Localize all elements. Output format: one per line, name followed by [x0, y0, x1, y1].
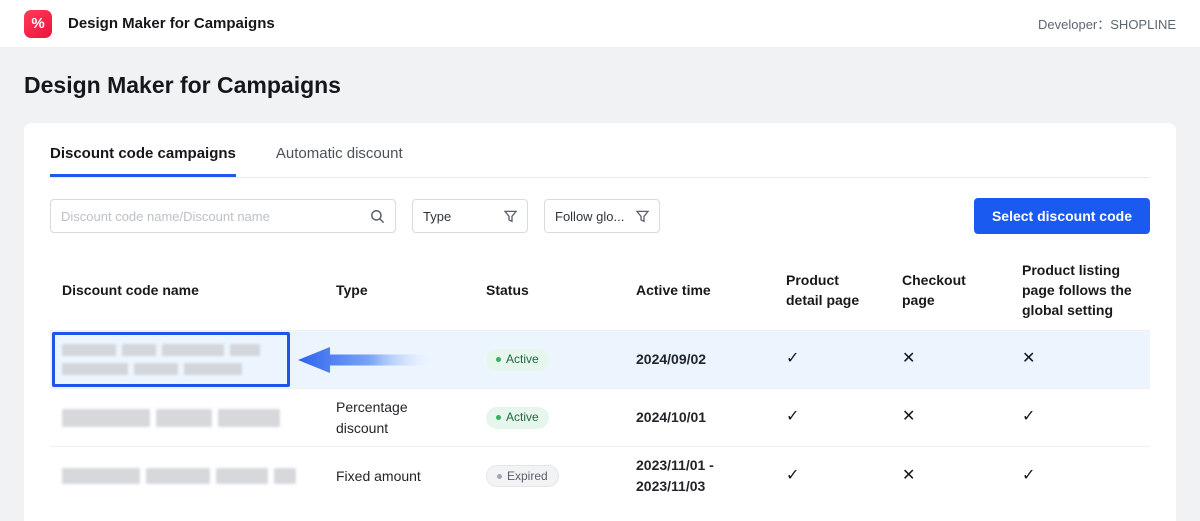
header-product-detail-page: Product detail page [774, 262, 890, 319]
listing-cross-icon: ✕ [1010, 340, 1150, 378]
discount-code-name-cell [50, 336, 324, 383]
redacted-name [62, 409, 312, 427]
type-filter-label: Type [423, 209, 504, 224]
tab-automatic-discount[interactable]: Automatic discount [276, 139, 403, 177]
type-cell [324, 352, 474, 368]
status-badge: Active [486, 349, 549, 371]
table-row[interactable]: Fixed amount Expired 2023/11/01 - 2023/1… [50, 446, 1150, 505]
app-title: Design Maker for Campaigns [68, 15, 275, 32]
product-detail-check-icon: ✓ [774, 457, 890, 495]
table-header-row: Discount code name Type Status Active ti… [50, 250, 1150, 330]
discount-code-name-cell [50, 401, 324, 435]
page-title: Design Maker for Campaigns [24, 72, 1176, 99]
checkout-cross-icon: ✕ [890, 340, 1010, 378]
type-cell: Percentage discount [324, 389, 474, 446]
listing-check-icon: ✓ [1010, 398, 1150, 436]
product-detail-check-icon: ✓ [774, 398, 890, 436]
topbar: % Design Maker for Campaigns Developer：S… [0, 0, 1200, 48]
active-time-cell: 2023/11/01 - 2023/11/03 [624, 447, 774, 505]
header-type: Type [324, 272, 474, 308]
page: Design Maker for Campaigns Discount code… [0, 48, 1200, 521]
follow-global-filter-dropdown[interactable]: Follow glo... [544, 199, 660, 233]
listing-check-icon: ✓ [1010, 457, 1150, 495]
checkout-cross-icon: ✕ [890, 398, 1010, 436]
status-dot-icon [496, 415, 501, 420]
status-cell: Active [474, 398, 624, 437]
header-checkout-page: Checkout page [890, 262, 1010, 319]
type-filter-dropdown[interactable]: Type [412, 199, 528, 233]
campaigns-card: Discount code campaigns Automatic discou… [24, 123, 1176, 521]
tabs: Discount code campaigns Automatic discou… [50, 123, 1150, 178]
search-icon [370, 209, 385, 224]
status-dot-icon [497, 474, 502, 479]
follow-global-filter-label: Follow glo... [555, 209, 636, 224]
checkout-cross-icon: ✕ [890, 457, 1010, 495]
header-active-time: Active time [624, 272, 774, 308]
discount-code-name-cell [50, 460, 324, 492]
table-row[interactable]: Active 2024/09/02 ✓ ✕ ✕ [50, 330, 1150, 388]
table-row[interactable]: Percentage discount Active 2024/10/01 ✓ … [50, 388, 1150, 446]
status-cell: Active [474, 340, 624, 379]
status-label: Active [506, 409, 539, 426]
redacted-name [62, 344, 312, 375]
status-label: Expired [507, 468, 548, 485]
status-badge: Active [486, 407, 549, 429]
status-label: Active [506, 351, 539, 368]
active-time-cell: 2024/09/02 [624, 341, 774, 378]
type-cell: Fixed amount [324, 458, 474, 494]
filter-funnel-icon [636, 210, 649, 223]
redacted-name [62, 468, 312, 484]
status-cell: Expired [474, 457, 624, 496]
shopline-percent-logo-icon: % [24, 10, 52, 38]
tab-discount-code-campaigns[interactable]: Discount code campaigns [50, 139, 236, 177]
account-label: Developer：SHOPLINE [1038, 14, 1176, 33]
campaigns-table: Discount code name Type Status Active ti… [50, 250, 1150, 505]
header-product-listing-follows: Product listing page follows the global … [1010, 252, 1150, 329]
select-discount-code-button[interactable]: Select discount code [974, 198, 1150, 234]
filter-row: Type Follow glo... Select discount code [50, 198, 1150, 234]
search-box[interactable] [50, 199, 396, 233]
status-dot-icon [496, 357, 501, 362]
active-time-cell: 2024/10/01 [624, 399, 774, 436]
filter-funnel-icon [504, 210, 517, 223]
search-input[interactable] [61, 209, 370, 224]
logo-glyph: % [31, 15, 44, 32]
header-status: Status [474, 272, 624, 308]
header-discount-code-name: Discount code name [50, 272, 324, 308]
status-badge: Expired [486, 465, 559, 487]
product-detail-check-icon: ✓ [774, 340, 890, 378]
